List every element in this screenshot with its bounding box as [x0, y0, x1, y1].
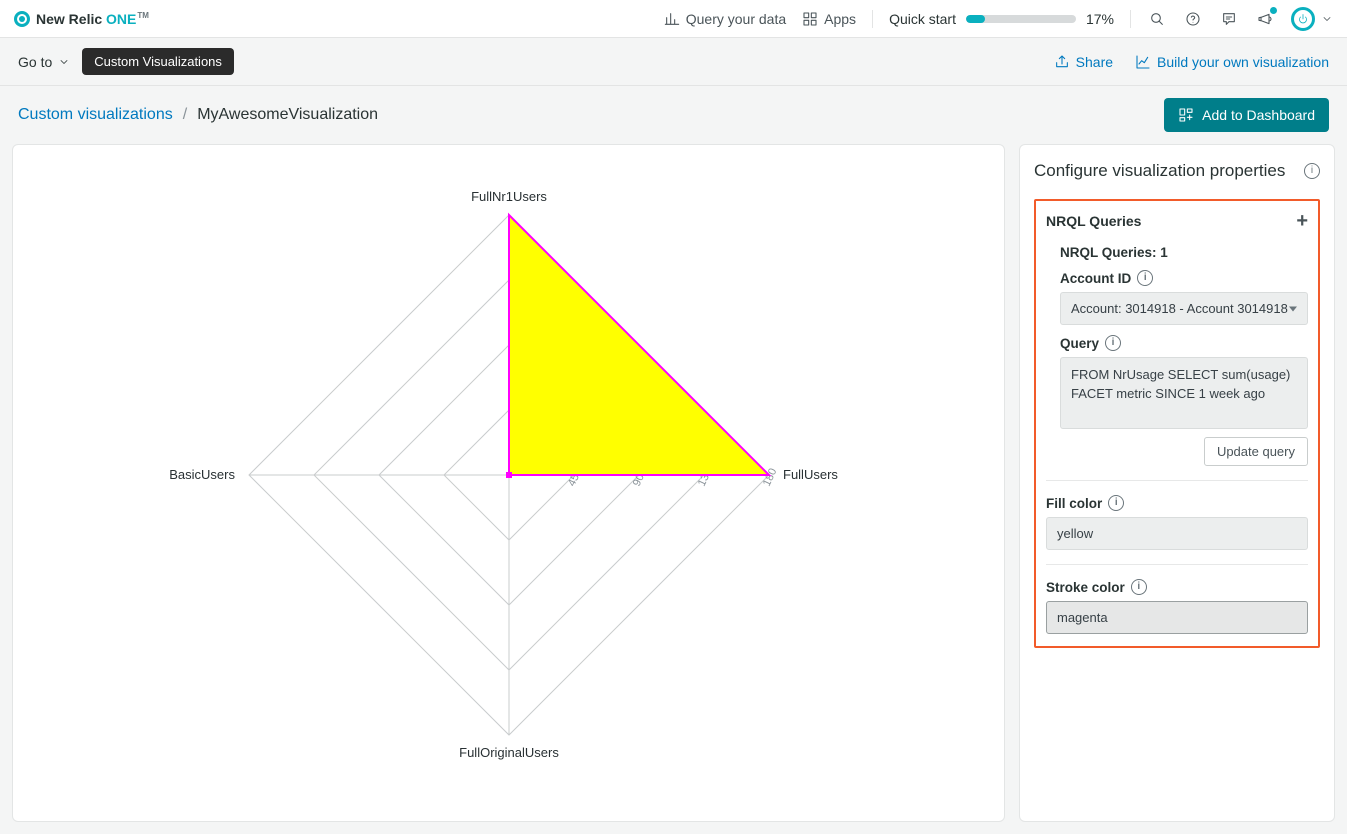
fill-color-label: Fill color: [1046, 496, 1102, 511]
axis-label-left: BasicUsers: [169, 467, 235, 482]
panel-title-row: Configure visualization properties i: [1034, 161, 1320, 181]
brand[interactable]: New Relic ONETM: [14, 11, 149, 27]
visualization-canvas: 45 90 135 180 FullNr1Users FullUsers Ful…: [12, 144, 1005, 822]
axis-label-right: FullUsers: [783, 467, 838, 482]
separator: [1130, 10, 1131, 28]
fill-color-input[interactable]: yellow: [1046, 517, 1308, 550]
breadcrumb-current: MyAwesomeVisualization: [197, 106, 378, 124]
apps-label: Apps: [824, 11, 856, 27]
workspace: 45 90 135 180 FullNr1Users FullUsers Ful…: [0, 144, 1347, 834]
notification-dot-icon: [1270, 7, 1277, 14]
apps-link[interactable]: Apps: [802, 11, 856, 27]
sub-nav: Go to Custom Visualizations Share Build …: [0, 38, 1347, 86]
quick-start-label: Quick start: [889, 11, 956, 27]
chart-line-icon: [1135, 54, 1151, 70]
brand-logo-icon: [14, 11, 30, 27]
account-id-label-row: Account ID i: [1060, 270, 1308, 286]
goto-label: Go to: [18, 54, 52, 70]
stroke-color-label-row: Stroke color i: [1046, 579, 1308, 595]
feedback-icon: [1221, 11, 1237, 27]
chevron-down-icon: [1321, 13, 1333, 25]
add-query-button[interactable]: +: [1296, 211, 1308, 231]
top-nav: New Relic ONETM Query your data Apps Qui…: [0, 0, 1347, 38]
info-icon[interactable]: i: [1105, 335, 1121, 351]
query-textarea[interactable]: FROM NrUsage SELECT sum(usage) FACET met…: [1060, 357, 1308, 429]
goto-menu[interactable]: Go to: [18, 54, 70, 70]
axis-label-top: FullNr1Users: [471, 189, 547, 204]
share-label: Share: [1076, 54, 1113, 70]
top-nav-right: Query your data Apps Quick start 17%: [664, 7, 1333, 31]
chevron-down-icon: [58, 56, 70, 68]
breadcrumb-separator: /: [183, 106, 187, 124]
info-icon[interactable]: i: [1131, 579, 1147, 595]
query-data-label: Query your data: [686, 11, 786, 27]
radar-chart: 45 90 135 180 FullNr1Users FullUsers Ful…: [159, 165, 859, 785]
query-data-link[interactable]: Query your data: [664, 11, 786, 27]
info-icon[interactable]: i: [1137, 270, 1153, 286]
quick-start[interactable]: Quick start 17%: [889, 11, 1114, 27]
search-icon: [1149, 11, 1165, 27]
stroke-color-label: Stroke color: [1046, 580, 1125, 595]
divider: [1046, 564, 1308, 565]
feedback-button[interactable]: [1219, 9, 1239, 29]
share-icon: [1054, 54, 1070, 70]
fill-color-label-row: Fill color i: [1046, 495, 1308, 511]
dashboard-add-icon: [1178, 107, 1194, 123]
build-label: Build your own visualization: [1157, 54, 1329, 70]
help-icon: [1185, 11, 1201, 27]
query-label: Query: [1060, 336, 1099, 351]
apps-grid-icon: [802, 11, 818, 27]
breadcrumb-root[interactable]: Custom visualizations: [18, 106, 173, 124]
info-icon[interactable]: i: [1108, 495, 1124, 511]
context-chip[interactable]: Custom Visualizations: [82, 48, 234, 75]
panel-title: Configure visualization properties: [1034, 161, 1285, 181]
divider: [1046, 480, 1308, 481]
axis-label-bottom: FullOriginalUsers: [459, 745, 559, 760]
account-id-label: Account ID: [1060, 271, 1131, 286]
add-to-dashboard-button[interactable]: Add to Dashboard: [1164, 98, 1329, 132]
search-button[interactable]: [1147, 9, 1167, 29]
account-select-value: Account: 3014918 - Account 3014918: [1071, 301, 1288, 316]
separator: [872, 10, 873, 28]
brand-name: New Relic ONETM: [36, 11, 149, 27]
chart-icon: [664, 11, 680, 27]
queries-count: NRQL Queries: 1: [1060, 245, 1308, 260]
account-menu[interactable]: [1291, 7, 1333, 31]
breadcrumb: Custom visualizations / MyAwesomeVisuali…: [18, 106, 378, 124]
info-icon[interactable]: i: [1304, 163, 1320, 179]
add-to-dashboard-label: Add to Dashboard: [1202, 107, 1315, 123]
properties-panel: Configure visualization properties i NRQ…: [1019, 144, 1335, 822]
avatar-icon: [1291, 7, 1315, 31]
properties-group: NRQL Queries + NRQL Queries: 1 Account I…: [1034, 199, 1320, 648]
queries-header-label: NRQL Queries: [1046, 213, 1141, 229]
stroke-color-input[interactable]: magenta: [1046, 601, 1308, 634]
build-link[interactable]: Build your own visualization: [1135, 54, 1329, 70]
update-query-button[interactable]: Update query: [1204, 437, 1308, 466]
announcements-button[interactable]: [1255, 9, 1275, 29]
breadcrumb-row: Custom visualizations / MyAwesomeVisuali…: [0, 86, 1347, 144]
help-button[interactable]: [1183, 9, 1203, 29]
query-label-row: Query i: [1060, 335, 1308, 351]
share-link[interactable]: Share: [1054, 54, 1113, 70]
account-select[interactable]: Account: 3014918 - Account 3014918: [1060, 292, 1308, 325]
queries-header: NRQL Queries +: [1046, 211, 1308, 231]
quick-start-progress: [966, 15, 1076, 23]
quick-start-pct: 17%: [1086, 11, 1114, 27]
